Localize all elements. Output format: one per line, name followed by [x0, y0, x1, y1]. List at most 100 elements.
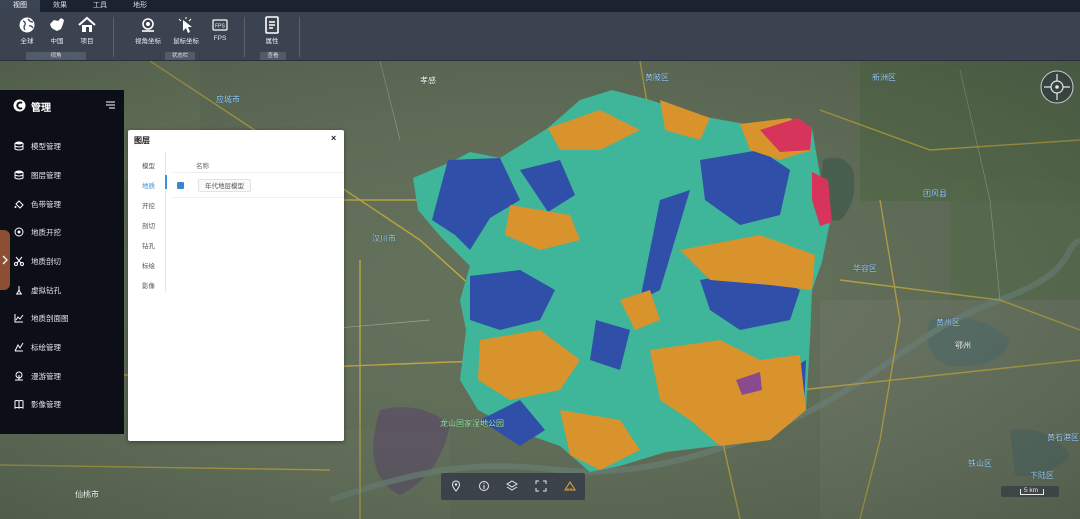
tab-model[interactable]: 模型	[142, 160, 155, 170]
scale-label: 5 km	[1024, 487, 1039, 494]
map-label-tuanfeng: 团风县	[923, 189, 947, 198]
map-label-hanchuan: 汉川市	[372, 233, 396, 243]
map-label-tieshan: 铁山区	[968, 458, 992, 468]
tab-image[interactable]: 影像	[142, 280, 155, 290]
menu-effects[interactable]: 效果	[40, 0, 80, 12]
ribbon-group-view: 全球 中国 项目 视角	[10, 16, 102, 60]
china-button[interactable]: 中国	[42, 16, 72, 45]
dig-icon	[14, 227, 24, 237]
properties-icon	[265, 16, 279, 34]
map-label-xialu: 下陆区	[1030, 470, 1054, 480]
fps-button[interactable]: FPS FPS	[205, 16, 235, 42]
sidebar-item-image-management[interactable]: 影像管理	[0, 390, 124, 418]
scissors-icon	[14, 256, 24, 266]
database-icon	[14, 141, 24, 151]
sidebar-item-label: 地质剖切	[31, 257, 61, 266]
map-label-yingcheng: 应城市	[216, 94, 240, 104]
map-label-xiaogan: 孝感	[420, 75, 436, 85]
drill-icon	[16, 286, 22, 295]
plot-icon	[14, 342, 24, 352]
measure-icon[interactable]	[564, 480, 576, 492]
sidebar-collapse-tab[interactable]	[0, 230, 10, 290]
map-label-huangpi: 黄陂区	[645, 72, 669, 82]
ribbon-separator	[244, 17, 245, 57]
layer-checkbox[interactable]	[177, 182, 184, 189]
line-chart-icon	[14, 314, 24, 323]
column-header-name: 名称	[196, 163, 209, 170]
sidebar-item-model-management[interactable]: 模型管理	[0, 132, 124, 160]
close-icon[interactable]: ×	[331, 133, 336, 143]
location-pin-icon[interactable]	[450, 480, 462, 492]
tab-geology[interactable]: 地质	[142, 180, 155, 190]
cursor-coords-button[interactable]: 鼠标坐标	[169, 16, 203, 45]
sidebar-item-label: 地质剖面图	[31, 314, 69, 323]
sidebar-item-label: 色带管理	[31, 200, 61, 209]
fps-icon: FPS	[212, 19, 228, 31]
project-label: 项目	[80, 38, 94, 45]
tab-plot[interactable]: 标绘	[142, 260, 155, 270]
sidebar-item-excavation[interactable]: 地质开挖	[0, 218, 124, 246]
fps-label: FPS	[213, 35, 227, 42]
info-icon[interactable]	[478, 480, 490, 492]
globe-icon	[19, 17, 35, 33]
paint-bucket-icon	[14, 200, 24, 209]
tab-drill[interactable]: 钻孔	[142, 240, 155, 250]
group-tag-statusbar: 状态栏	[165, 52, 195, 60]
layers-stack-icon[interactable]	[506, 480, 518, 492]
tab-excavation[interactable]: 开挖	[142, 200, 155, 210]
sidebar-item-color-ramp[interactable]: 色带管理	[0, 190, 124, 218]
camera-coords-button[interactable]: 视角坐标	[131, 16, 165, 45]
properties-label: 属性	[265, 38, 279, 45]
menu-tools[interactable]: 工具	[80, 0, 120, 12]
ribbon-separator	[299, 17, 300, 57]
project-button[interactable]: 项目	[72, 16, 102, 45]
layer-name[interactable]: 年代地层模型	[198, 179, 251, 192]
map-label-ezhou: 鄂州	[955, 341, 971, 350]
layer-panel: 图层 × 模型 地质 开挖 剖切 钻孔 标绘 影像 名称 年代地层模型	[128, 130, 344, 441]
map-label-huangzhou: 黄州区	[936, 317, 960, 327]
sidebar-item-plot-management[interactable]: 标绘管理	[0, 333, 124, 361]
map-label-xiantao: 仙桃市	[75, 489, 99, 499]
sidebar-item-label: 图层管理	[31, 171, 61, 180]
tab-active-indicator	[165, 175, 167, 189]
tab-section[interactable]: 剖切	[142, 220, 155, 230]
sidebar-item-profile-chart[interactable]: 地质剖面图	[0, 304, 124, 332]
cursor-coords-label: 鼠标坐标	[173, 38, 199, 45]
layers-icon	[14, 170, 24, 180]
sidebar-item-label: 影像管理	[31, 400, 61, 409]
globe-button[interactable]: 全球	[12, 16, 42, 45]
map-label-longshan: 龙山国家湿地公园	[440, 418, 504, 428]
app-logo-icon	[13, 99, 26, 112]
map-label-xinzhou: 新洲区	[872, 72, 896, 82]
fullscreen-icon[interactable]	[535, 480, 547, 492]
management-sidebar: 管理 模型管理 图层管理 色带管理 地质开挖 地质剖切 虚拟钻孔 地质剖面图 标…	[0, 90, 124, 434]
sidebar-item-label: 标绘管理	[31, 343, 61, 352]
ribbon-separator	[113, 17, 114, 57]
tab-divider	[165, 152, 166, 292]
svg-text:FPS: FPS	[215, 24, 225, 30]
globe-label: 全球	[20, 38, 34, 45]
menu-terrain[interactable]: 地形	[120, 0, 160, 12]
menu-view[interactable]: 视图	[0, 0, 40, 12]
sidebar-item-label: 虚拟钻孔	[31, 286, 61, 295]
menu-toggle-icon[interactable]	[106, 101, 115, 109]
sidebar-item-virtual-drill[interactable]: 虚拟钻孔	[0, 276, 124, 304]
compass-icon[interactable]	[1040, 70, 1074, 104]
row-divider	[173, 197, 343, 198]
map-label-huangshigang: 黄石港区	[1047, 432, 1079, 442]
ribbon-group-statusbar: 视角坐标 鼠标坐标 FPS FPS 状态栏	[127, 16, 235, 60]
group-tag-view: 视角	[26, 52, 86, 60]
home-icon	[78, 16, 96, 32]
sidebar-item-layer-management[interactable]: 图层管理	[0, 161, 124, 189]
sidebar-item-section-cut[interactable]: 地质剖切	[0, 247, 124, 275]
cursor-coords-icon	[178, 17, 192, 33]
ribbon-toolbar: 全球 中国 项目 视角 视角坐标 鼠标坐标 FPS FPS 状态栏 属性 查看	[0, 12, 1080, 61]
chevron-right-icon	[2, 255, 8, 265]
sidebar-item-label: 漫游管理	[31, 372, 61, 381]
sidebar-title: 管理	[31, 103, 51, 114]
header-divider	[173, 172, 343, 173]
properties-button[interactable]: 属性	[257, 16, 287, 45]
sidebar-item-roam-management[interactable]: 漫游管理	[0, 362, 124, 390]
bottom-toolbar	[441, 473, 585, 500]
camera-coords-icon	[142, 18, 154, 32]
